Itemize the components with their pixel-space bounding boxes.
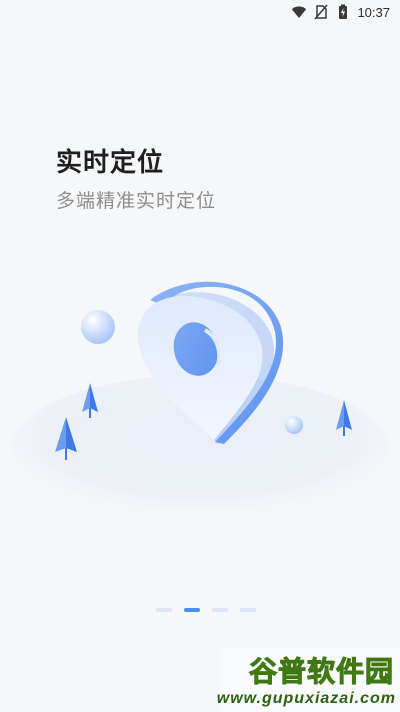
page-indicator-dot-4[interactable] bbox=[240, 608, 256, 612]
page-indicator-dot-3[interactable] bbox=[212, 608, 228, 612]
decorative-sphere-large bbox=[81, 310, 115, 344]
page-indicator-dot-1[interactable] bbox=[156, 608, 172, 612]
battery-charging-icon bbox=[339, 4, 348, 19]
wifi-icon bbox=[292, 6, 307, 18]
watermark-logo: 谷普软件园 bbox=[248, 656, 394, 688]
status-bar: 10:37 bbox=[0, 0, 400, 24]
status-time: 10:37 bbox=[357, 4, 390, 20]
page-indicator-dot-2-active[interactable] bbox=[184, 608, 200, 612]
page-subtitle: 多端精准实时定位 bbox=[56, 190, 217, 212]
status-icons: 10:37 bbox=[291, 3, 390, 21]
location-pin-illustration bbox=[10, 281, 390, 525]
watermark-url: www.gupuxiazai.com bbox=[216, 690, 396, 707]
watermark: 谷普软件园 www.gupuxiazai.com bbox=[216, 648, 400, 712]
no-sim-icon bbox=[314, 4, 329, 20]
decorative-sphere-small bbox=[285, 416, 303, 434]
page-indicator[interactable] bbox=[156, 608, 256, 612]
page-title: 实时定位 bbox=[56, 148, 165, 178]
